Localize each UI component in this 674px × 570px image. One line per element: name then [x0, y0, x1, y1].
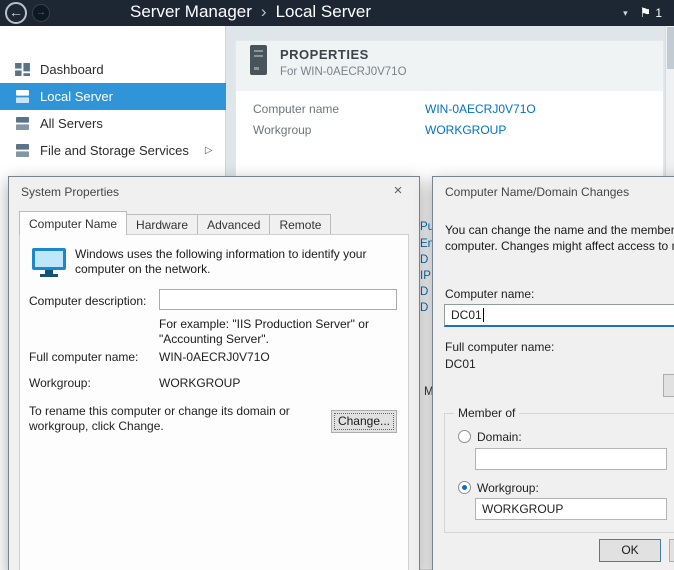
sidebar-item-label: File and Storage Services: [40, 143, 189, 158]
property-row-computer-name: Computer name WIN-0AECRJ0V71O: [253, 99, 536, 120]
workgroup-radio-label[interactable]: Workgroup:: [477, 481, 539, 495]
computer-name-link[interactable]: WIN-0AECRJ0V71O: [425, 99, 536, 120]
property-label: Computer name: [253, 99, 425, 120]
clipped-link-fragment: IP: [420, 270, 432, 282]
clipped-link-fragment: D: [420, 302, 432, 314]
tab-page-computer-name: [19, 234, 409, 570]
computer-description-label: Computer description:: [29, 294, 146, 308]
sidebar-item-label: Dashboard: [40, 62, 104, 77]
sidebar-item-file-storage-services[interactable]: File and Storage Services ▷: [0, 137, 226, 164]
property-row-workgroup: Workgroup WORKGROUP: [253, 120, 536, 141]
domain-radio[interactable]: [458, 430, 471, 443]
sidebar-item-label: All Servers: [40, 116, 103, 131]
clipped-link-fragment: D: [420, 286, 432, 298]
breadcrumb-server-manager[interactable]: Server Manager: [130, 2, 252, 21]
notification-count: 1: [655, 6, 662, 20]
tab-hardware[interactable]: Hardware: [126, 214, 198, 235]
more-button[interactable]: [663, 374, 674, 397]
clipped-link-fragment: D: [420, 254, 432, 266]
full-computer-name-label: Full computer name:: [29, 350, 138, 364]
workgroup-label: Workgroup:: [29, 376, 91, 390]
tab-computer-name[interactable]: Computer Name: [19, 211, 127, 235]
sidebar-item-all-servers[interactable]: All Servers: [0, 110, 226, 137]
clipped-link-fragment: En: [420, 238, 432, 250]
server-icon: [15, 90, 30, 103]
identify-computer-text: Windows uses the following information t…: [75, 247, 395, 277]
change-button[interactable]: Change...: [331, 410, 397, 433]
full-computer-name-label: Full computer name:: [445, 340, 554, 354]
breadcrumb-separator: ›: [261, 2, 267, 21]
domain-input[interactable]: [475, 448, 667, 470]
monitor-icon: [31, 247, 67, 281]
expand-arrow-icon[interactable]: ▷: [205, 145, 213, 156]
full-computer-name-value: DC01: [445, 357, 476, 371]
breadcrumb-local-server[interactable]: Local Server: [276, 2, 371, 21]
breadcrumb: Server Manager › Local Server: [130, 0, 371, 26]
full-computer-name-value: WIN-0AECRJ0V71O: [159, 350, 270, 364]
workgroup-input-value: WORKGROUP: [482, 502, 563, 516]
topbar: ← → Server Manager › Local Server ▾ ⚑ 1: [0, 0, 674, 26]
description-example-text: For example: "IIS Production Server" or …: [159, 317, 369, 347]
storage-icon: [15, 144, 30, 157]
ok-button[interactable]: OK: [599, 539, 661, 562]
properties-rows: Computer name WIN-0AECRJ0V71O Workgroup …: [253, 99, 536, 141]
server-properties-icon: [250, 45, 267, 78]
back-button[interactable]: ←: [5, 2, 27, 24]
back-arrow-icon: ←: [9, 4, 23, 20]
workgroup-value: WORKGROUP: [159, 376, 240, 390]
dialog-title-bar[interactable]: Computer Name/Domain Changes: [445, 185, 629, 199]
domain-radio-label[interactable]: Domain:: [477, 430, 522, 444]
computer-name-input[interactable]: DC01: [444, 304, 674, 327]
workgroup-radio[interactable]: [458, 481, 471, 494]
topbar-actions: ▾ ⚑ 1: [623, 0, 662, 26]
property-label: Workgroup: [253, 120, 425, 141]
forward-arrow-icon: →: [36, 7, 46, 18]
tab-strip: Computer Name Hardware Advanced Remote: [19, 211, 330, 235]
servers-icon: [15, 117, 30, 130]
dialog-intro-line2: computer. Changes might affect access to…: [445, 239, 674, 253]
scrollbar-thumb[interactable]: [667, 27, 674, 69]
member-of-label: Member of: [454, 406, 519, 420]
flag-icon: ⚑: [640, 5, 652, 21]
tab-advanced[interactable]: Advanced: [197, 214, 270, 235]
close-icon[interactable]: ×: [387, 181, 409, 201]
properties-heading: PROPERTIES: [280, 47, 369, 62]
dialog-title-bar[interactable]: System Properties: [21, 185, 119, 199]
computer-description-input[interactable]: [159, 289, 397, 310]
text-caret: [483, 308, 484, 322]
sidebar-item-local-server[interactable]: Local Server: [0, 83, 226, 110]
rename-hint-text: To rename this computer or change its do…: [29, 404, 321, 434]
sidebar-item-label: Local Server: [40, 89, 113, 104]
sidebar-item-dashboard[interactable]: Dashboard: [0, 56, 226, 83]
chevron-down-icon[interactable]: ▾: [623, 8, 628, 19]
tab-remote[interactable]: Remote: [269, 214, 331, 235]
system-properties-dialog: System Properties × Computer Name Hardwa…: [8, 176, 420, 570]
dashboard-icon: [15, 63, 30, 76]
forward-button[interactable]: →: [32, 4, 50, 22]
computer-name-input-value: DC01: [451, 308, 482, 322]
computer-name-label: Computer name:: [445, 287, 534, 301]
server-manager-window: ← → Server Manager › Local Server ▾ ⚑ 1 Da…: [0, 0, 674, 570]
workgroup-link[interactable]: WORKGROUP: [425, 120, 506, 141]
cancel-button[interactable]: [669, 539, 674, 562]
dialog-intro-line1: You can change the name and the membersh…: [445, 223, 674, 237]
computer-name-domain-changes-dialog: Computer Name/Domain Changes You can cha…: [432, 176, 674, 570]
clipped-link-fragment: Pu: [420, 221, 432, 233]
properties-tile-header: PROPERTIES For WIN-0AECRJ0V71O: [236, 41, 663, 91]
workgroup-input[interactable]: WORKGROUP: [475, 498, 667, 520]
properties-subheading: For WIN-0AECRJ0V71O: [280, 66, 407, 78]
notifications-flag-button[interactable]: ⚑ 1: [640, 5, 662, 21]
